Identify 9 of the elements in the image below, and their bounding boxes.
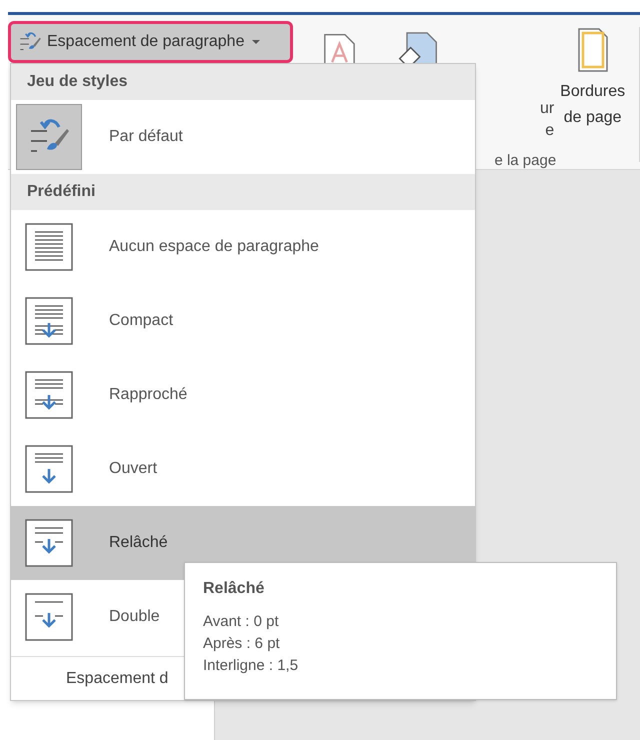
ribbon-label: ur <box>540 101 556 117</box>
section-header: Jeu de styles <box>11 64 475 100</box>
tooltip-title: Relâché <box>203 579 266 599</box>
tooltip-line: Après : 6 pt <box>203 634 281 654</box>
tooltip-line: Avant : 0 pt <box>203 612 280 632</box>
tooltip-line: Interligne : 1,5 <box>203 656 300 676</box>
ribbon-label: e <box>545 123 556 139</box>
section-header: Prédéfini <box>11 174 475 210</box>
group-label: e la page <box>494 153 556 168</box>
